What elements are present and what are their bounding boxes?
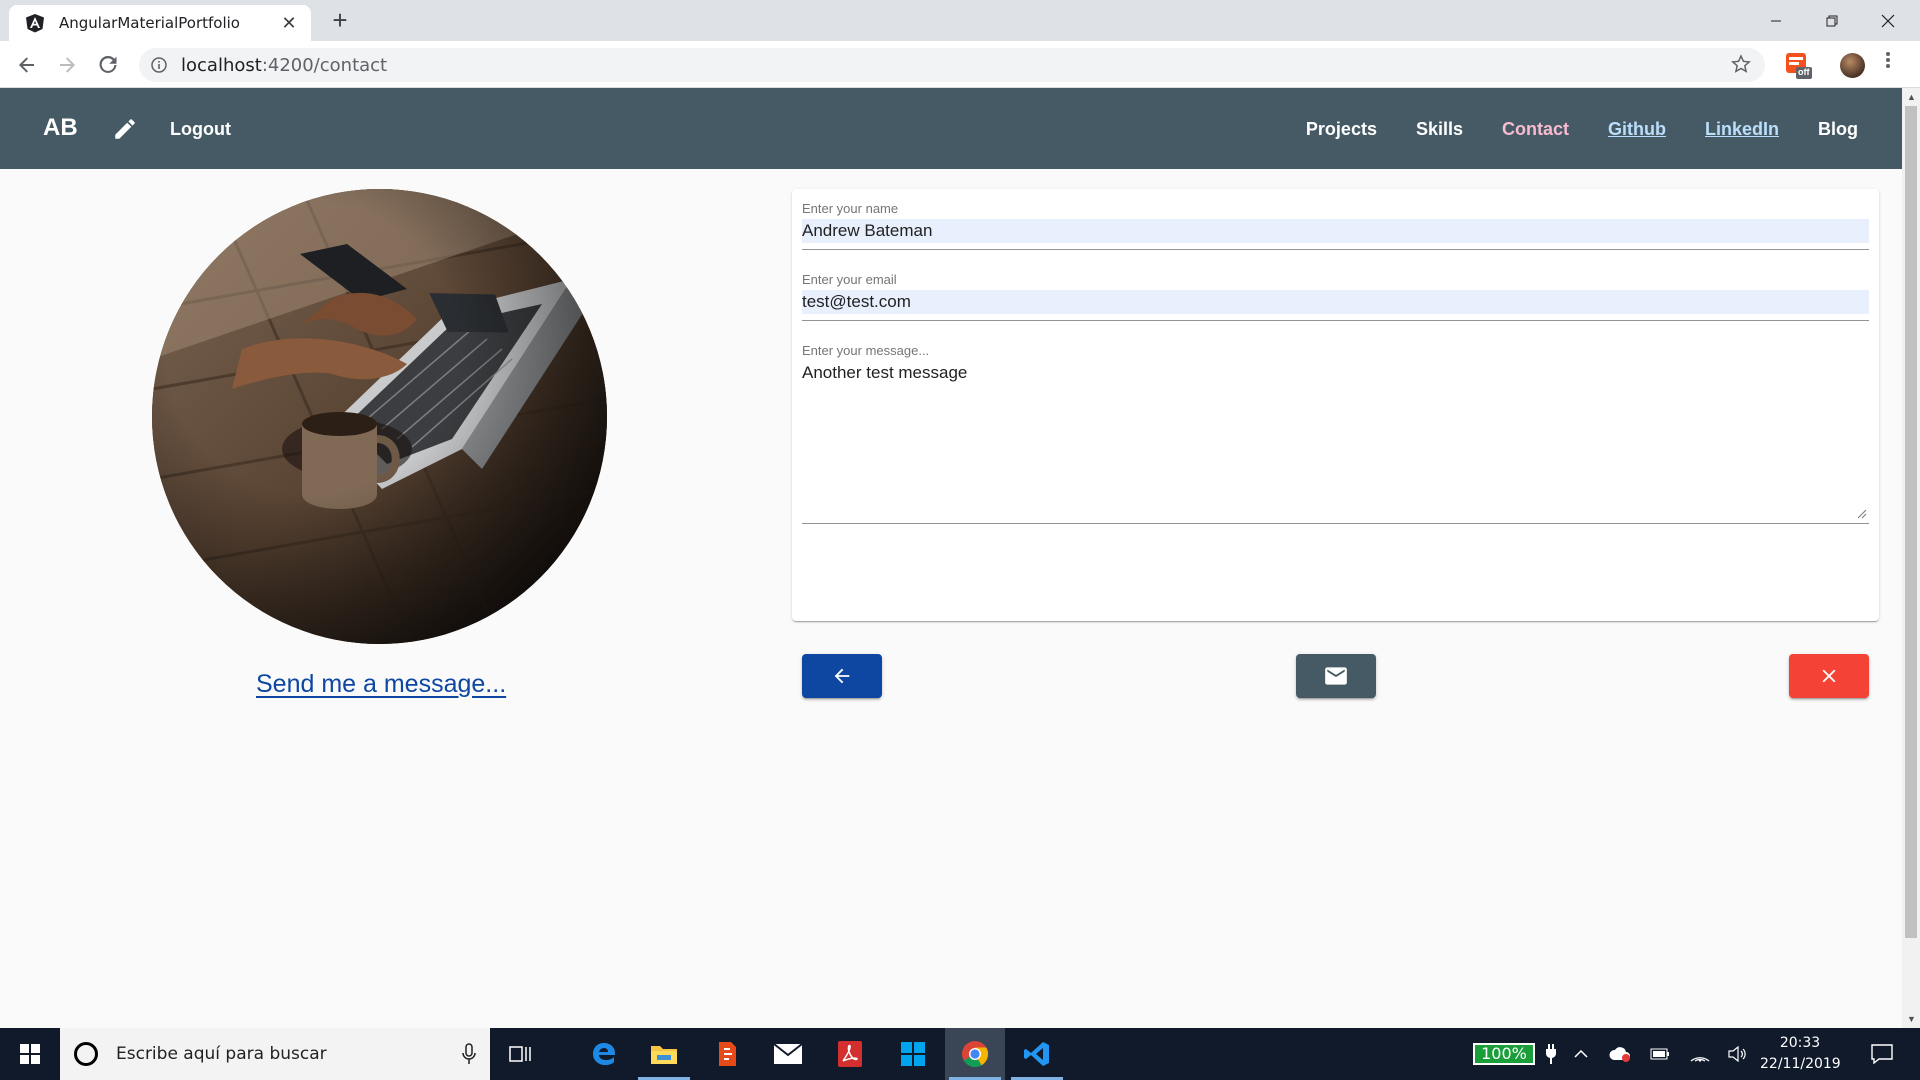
acrobat-icon[interactable] xyxy=(820,1028,880,1080)
resize-grip-icon[interactable] xyxy=(1857,509,1867,519)
minimize-icon[interactable] xyxy=(1748,0,1804,41)
app-header: AB Logout Projects Skills Contact Github… xyxy=(0,88,1902,169)
message-text: Another test message xyxy=(802,363,968,382)
tab-close-icon[interactable]: ✕ xyxy=(279,13,299,34)
task-view-icon[interactable] xyxy=(490,1028,550,1080)
more-menu-icon[interactable] xyxy=(1886,51,1890,75)
browser-tab[interactable]: AngularMaterialPortfolio ✕ xyxy=(9,5,311,41)
notifications-icon[interactable] xyxy=(1862,1028,1902,1080)
main-nav: Projects Skills Contact Github LinkedIn … xyxy=(1306,119,1858,140)
nav-contact[interactable]: Contact xyxy=(1502,119,1569,140)
taskbar-search[interactable]: Escribe aquí para buscar xyxy=(60,1028,490,1080)
address-bar[interactable]: localhost:4200/contact xyxy=(139,48,1765,82)
microphone-icon[interactable] xyxy=(462,1043,476,1065)
mail-app-icon[interactable] xyxy=(758,1028,818,1080)
scroll-up-icon[interactable]: ▲ xyxy=(1907,92,1916,102)
back-button[interactable] xyxy=(802,654,882,698)
back-arrow-icon[interactable] xyxy=(11,49,43,81)
cortana-icon[interactable] xyxy=(74,1042,98,1066)
angular-icon xyxy=(26,14,44,33)
nav-skills[interactable]: Skills xyxy=(1416,119,1463,140)
file-explorer-icon[interactable] xyxy=(634,1028,694,1080)
windows-start-icon[interactable] xyxy=(0,1028,60,1080)
close-icon xyxy=(1822,669,1836,683)
message-underline xyxy=(802,523,1869,524)
browser-toolbar: localhost:4200/contact off xyxy=(0,41,1920,88)
app-orange-icon[interactable] xyxy=(697,1028,757,1080)
mail-icon xyxy=(1325,667,1347,685)
nav-projects[interactable]: Projects xyxy=(1306,119,1377,140)
windows-store-icon[interactable] xyxy=(883,1028,943,1080)
battery-icon[interactable] xyxy=(1646,1028,1674,1080)
name-input[interactable]: Andrew Bateman xyxy=(802,219,1869,243)
system-clock[interactable]: 20:33 22/11/2019 xyxy=(1760,1033,1841,1075)
page-scrollbar[interactable]: ▲ ▼ xyxy=(1902,88,1920,1028)
name-underline xyxy=(802,249,1869,250)
url-host: localhost xyxy=(181,54,262,76)
contact-form-card: Enter your name Andrew Bateman Enter you… xyxy=(792,189,1879,698)
onedrive-icon[interactable] xyxy=(1606,1028,1634,1080)
new-tab-button[interactable]: + xyxy=(325,6,355,36)
url-text: localhost:4200/contact xyxy=(181,55,387,76)
clock-time: 20:33 xyxy=(1779,1035,1821,1051)
volume-icon[interactable] xyxy=(1724,1028,1752,1080)
info-icon[interactable] xyxy=(151,57,167,73)
send-message-caption[interactable]: Send me a message... xyxy=(256,670,506,699)
chrome-icon[interactable] xyxy=(945,1028,1005,1080)
clear-button[interactable] xyxy=(1789,654,1869,698)
message-textarea[interactable]: Another test message xyxy=(802,361,1869,521)
brand-logo[interactable]: AB xyxy=(43,114,78,142)
message-field[interactable]: Enter your message... Another test messa… xyxy=(802,343,1869,524)
reload-icon[interactable] xyxy=(92,49,124,81)
send-button[interactable] xyxy=(1296,654,1376,698)
restore-icon[interactable] xyxy=(1804,0,1860,41)
windows-taskbar: Escribe aquí para buscar 100% 20:33 22/1… xyxy=(0,1028,1920,1080)
edge-icon[interactable] xyxy=(574,1028,634,1080)
name-field[interactable]: Enter your name Andrew Bateman xyxy=(802,201,1869,250)
pencil-icon[interactable] xyxy=(112,116,138,142)
browser-tab-strip: AngularMaterialPortfolio ✕ + xyxy=(0,0,1920,41)
tab-title: AngularMaterialPortfolio xyxy=(59,14,240,32)
nav-github[interactable]: Github xyxy=(1608,119,1666,140)
vscode-icon[interactable] xyxy=(1007,1028,1067,1080)
extension-icon[interactable]: off xyxy=(1786,53,1812,79)
extension-badge: off xyxy=(1798,67,1810,77)
power-plug-icon[interactable] xyxy=(1540,1028,1562,1080)
search-placeholder: Escribe aquí para buscar xyxy=(116,1044,327,1064)
email-input[interactable]: test@test.com xyxy=(802,290,1869,314)
forward-arrow-icon[interactable] xyxy=(51,49,83,81)
scroll-down-icon[interactable]: ▼ xyxy=(1907,1014,1916,1024)
battery-level[interactable]: 100% xyxy=(1473,1043,1535,1065)
message-label: Enter your message... xyxy=(802,343,930,358)
logout-link[interactable]: Logout xyxy=(170,119,231,140)
chevron-up-icon[interactable] xyxy=(1570,1028,1592,1080)
page-viewport: AB Logout Projects Skills Contact Github… xyxy=(0,88,1902,1028)
contact-photo xyxy=(152,189,607,644)
nav-blog[interactable]: Blog xyxy=(1818,119,1858,140)
wifi-icon[interactable] xyxy=(1686,1028,1714,1080)
close-window-icon[interactable] xyxy=(1860,0,1916,41)
url-path: :4200/contact xyxy=(261,54,388,76)
nav-linkedin[interactable]: LinkedIn xyxy=(1705,119,1779,140)
profile-avatar[interactable] xyxy=(1840,53,1865,78)
email-field[interactable]: Enter your email test@test.com xyxy=(802,272,1869,321)
arrow-left-icon xyxy=(834,668,850,684)
clock-date: 22/11/2019 xyxy=(1760,1056,1841,1072)
name-label: Enter your name xyxy=(802,201,899,216)
email-underline xyxy=(802,320,1869,321)
email-label: Enter your email xyxy=(802,272,897,287)
bookmark-star-icon[interactable] xyxy=(1731,54,1751,74)
scrollbar-thumb[interactable] xyxy=(1905,106,1917,938)
